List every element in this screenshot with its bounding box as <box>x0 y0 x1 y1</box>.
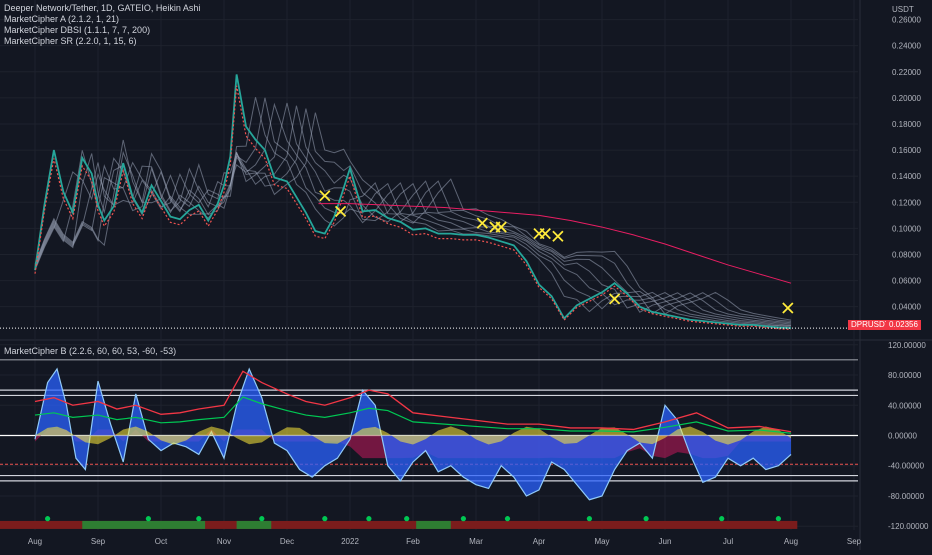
osc-green-dot <box>196 516 202 522</box>
indicator-sr-label: MarketCipher SR (2.2.0, 1, 15, 6) <box>4 36 137 46</box>
time-tick-label: Aug <box>784 537 798 546</box>
yellow-x-marker <box>552 230 564 242</box>
osc-tick-label: -80.00000 <box>888 492 925 501</box>
price-tick-label: 0.12000 <box>892 198 921 207</box>
indicator-b-label: MarketCipher B (2.2.6, 60, 60, 53, -60, … <box>4 346 177 356</box>
long-ma-line <box>318 203 792 284</box>
price-tick-label: 0.16000 <box>892 146 921 155</box>
time-tick-label: Jun <box>659 537 672 546</box>
osc-green-dot <box>504 516 511 522</box>
price-tick-label: 0.22000 <box>892 68 921 77</box>
time-tick-label: Nov <box>217 537 231 546</box>
time-tick-label: Mar <box>469 537 483 546</box>
osc-green-dot <box>460 516 466 522</box>
osc-green-dot <box>259 516 265 522</box>
osc-green-dot <box>145 516 151 522</box>
price-tick-label: 0.08000 <box>892 250 921 259</box>
yellow-x-marker <box>539 227 551 240</box>
signal-strip-green <box>236 520 272 529</box>
current-price-tag: 0.02356 <box>886 320 921 330</box>
time-tick-label: Dec <box>280 537 294 546</box>
chart: 0.26000 0.24000 0.22000 0.20000 0.18000 0.160… <box>0 0 932 550</box>
indicator-a-label: MarketCipher A (2.1.2, 1, 21) <box>4 14 120 24</box>
price-tick-label: 0.06000 <box>892 277 921 286</box>
time-tick-label: Apr <box>533 537 546 546</box>
symbol-title: Deeper Network/Tether, 1D, GATEIO, Heiki… <box>4 3 201 13</box>
price-tick-label: 0.26000 <box>892 16 921 25</box>
osc-green-dot <box>775 516 782 522</box>
osc-tick-label: 40.00000 <box>888 401 922 410</box>
osc-green-dot <box>366 516 372 522</box>
time-tick-label: Jul <box>723 537 733 546</box>
price-tick-label: 0.10000 <box>892 224 921 233</box>
time-tick-label: Aug <box>28 537 42 546</box>
time-tick-label: Feb <box>406 537 420 546</box>
osc-green-dot <box>322 516 328 522</box>
price-unit-label: USDT <box>892 5 914 14</box>
price-tick-label: 0.14000 <box>892 172 921 181</box>
osc-tick-label: 120.00000 <box>888 341 926 350</box>
osc-tick-label: 0.00000 <box>888 432 917 441</box>
yellow-x-marker <box>334 205 347 218</box>
price-tick-label: 0.20000 <box>892 94 921 103</box>
osc-tick-label: -40.00000 <box>888 462 925 471</box>
osc-green-dot <box>643 516 649 522</box>
time-tick-label: Oct <box>155 537 168 546</box>
osc-tick-label: -120.00000 <box>888 522 929 531</box>
chart-svg: 0.26000 0.24000 0.22000 0.20000 0.18000 0.160… <box>0 0 932 550</box>
time-tick-label: May <box>594 537 609 546</box>
yellow-x-marker <box>608 293 621 305</box>
time-tick-label: Sep <box>847 537 862 546</box>
osc-tick-label: 80.00000 <box>888 371 922 380</box>
osc-green-dot <box>404 516 410 522</box>
osc-green-dot <box>719 516 725 522</box>
oscillator-legend: MarketCipher B (2.2.6, 60, 60, 53, -60, … <box>4 346 176 357</box>
signal-strip-green <box>82 520 206 529</box>
price-tick-label: 0.18000 <box>892 120 921 129</box>
price-tick-label: 0.24000 <box>892 42 921 51</box>
osc-green-dot <box>586 516 593 522</box>
osc-green-dot <box>45 516 51 522</box>
indicator-dbsi-label: MarketCipher DBSI (1.1.1, 7, 7, 200) <box>4 25 151 35</box>
time-tick-label: 2022 <box>341 537 359 546</box>
oscillator-pane <box>0 359 858 529</box>
price-legend: Deeper Network/Tether, 1D, GATEIO, Heiki… <box>4 3 200 47</box>
yellow-x-marker <box>319 190 331 202</box>
time-tick-label: Sep <box>91 537 106 546</box>
price-tick-label: 0.04000 <box>892 303 921 312</box>
signal-strip-green <box>416 520 451 529</box>
